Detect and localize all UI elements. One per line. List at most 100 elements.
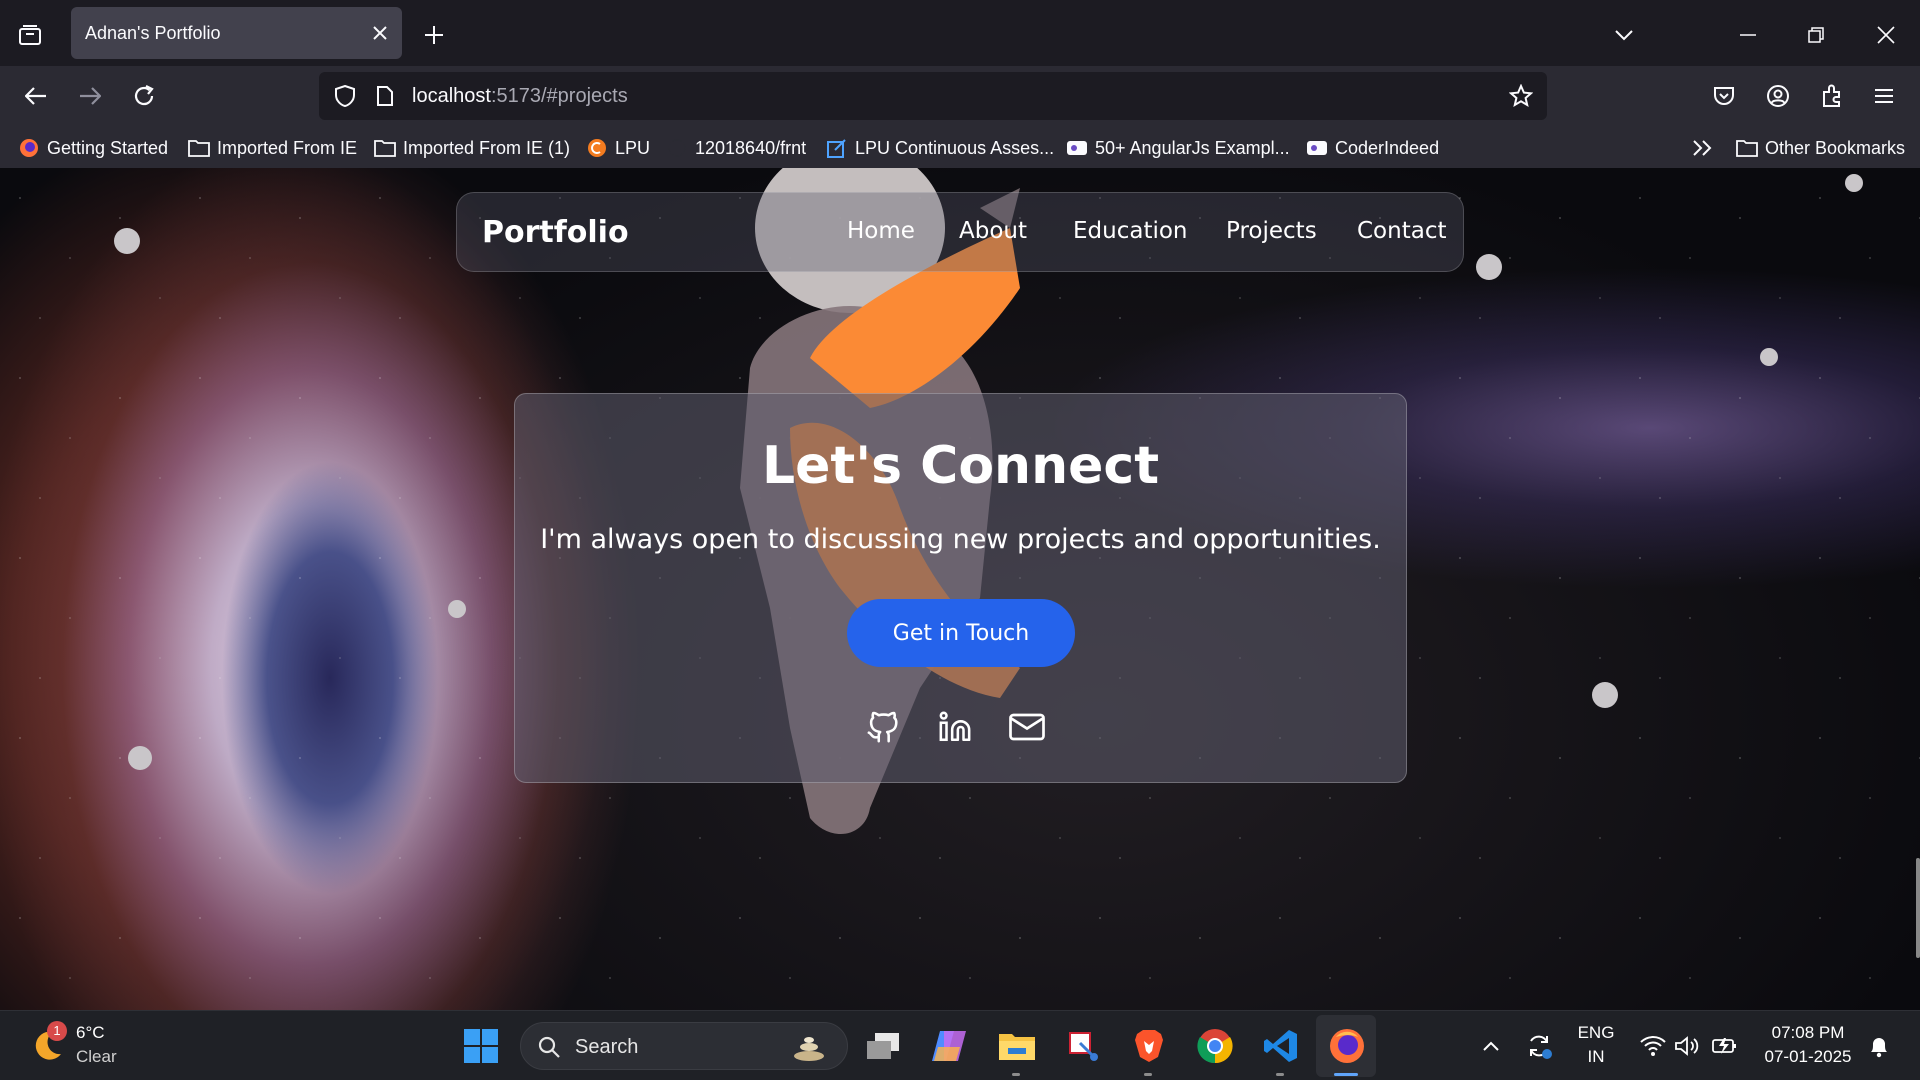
language-top[interactable]: ENG bbox=[1576, 1023, 1616, 1043]
other-bookmarks-label: Other Bookmarks bbox=[1765, 137, 1906, 158]
sync-icon[interactable] bbox=[1518, 1025, 1560, 1067]
nav-home[interactable]: Home bbox=[847, 218, 915, 244]
bookmark-angularjs[interactable]: 50+ AngularJs Exampl... bbox=[1066, 136, 1290, 160]
url-text[interactable]: localhost:5173/#projects bbox=[412, 85, 628, 108]
bookmark-imported-ie[interactable]: Imported From IE bbox=[188, 136, 357, 160]
clock-date[interactable]: 07-01-2025 bbox=[1758, 1047, 1858, 1067]
bookmark-label: 12018640/frnt bbox=[695, 137, 807, 158]
forward-icon[interactable] bbox=[74, 80, 106, 112]
taskbar-search[interactable]: Search bbox=[520, 1022, 848, 1070]
orb bbox=[128, 746, 152, 770]
running-indicator bbox=[1144, 1073, 1152, 1076]
account-icon[interactable] bbox=[1762, 80, 1794, 112]
task-view-icon[interactable] bbox=[862, 1025, 904, 1067]
url-host: localhost bbox=[412, 85, 491, 107]
running-indicator bbox=[1012, 1073, 1020, 1076]
star-icon[interactable] bbox=[1507, 82, 1535, 110]
weather-desc[interactable]: Clear bbox=[76, 1047, 117, 1067]
nav-contact[interactable]: Contact bbox=[1357, 218, 1446, 244]
chevron-up-icon[interactable] bbox=[1470, 1025, 1512, 1067]
pocket-icon[interactable] bbox=[1708, 80, 1740, 112]
other-bookmarks[interactable]: Other Bookmarks bbox=[1736, 136, 1905, 160]
orb bbox=[1845, 174, 1863, 192]
mail-icon[interactable] bbox=[1009, 709, 1045, 745]
bookmark-coderindeed[interactable]: CoderIndeed bbox=[1306, 136, 1439, 160]
language-bottom[interactable]: IN bbox=[1576, 1047, 1616, 1067]
minimize-icon[interactable] bbox=[1732, 19, 1764, 51]
reload-icon[interactable] bbox=[128, 80, 160, 112]
orb bbox=[1760, 348, 1778, 366]
snipping-tool-icon[interactable] bbox=[1062, 1025, 1104, 1067]
tab-strip: Adnan's Portfolio bbox=[0, 0, 1920, 66]
shield-icon[interactable] bbox=[331, 82, 359, 110]
chevrons-right-icon[interactable] bbox=[1688, 134, 1716, 162]
notification-bell-icon[interactable] bbox=[1858, 1025, 1900, 1067]
contact-card: Let's Connect I'm always open to discuss… bbox=[514, 393, 1407, 783]
page-viewport: Portfolio Home About Education Projects … bbox=[0, 168, 1920, 1010]
back-icon[interactable] bbox=[20, 80, 52, 112]
menu-icon[interactable] bbox=[1868, 80, 1900, 112]
running-indicator bbox=[1276, 1073, 1284, 1076]
nav-projects[interactable]: Projects bbox=[1226, 218, 1317, 244]
contact-subheading: I'm always open to discussing new projec… bbox=[540, 524, 1381, 555]
search-icon bbox=[537, 1035, 561, 1064]
copilot-icon[interactable] bbox=[928, 1025, 970, 1067]
folder-icon bbox=[1736, 137, 1758, 159]
page-scrollbar[interactable] bbox=[1916, 858, 1920, 958]
bookmarks-toolbar: Getting Started Imported From IE Importe… bbox=[0, 126, 1920, 168]
folder-icon bbox=[374, 137, 396, 159]
battery-charging-icon[interactable] bbox=[1704, 1025, 1746, 1067]
bookmark-label: 50+ AngularJs Exampl... bbox=[1095, 137, 1290, 158]
bookmark-lpu-ca[interactable]: LPU Continuous Asses... bbox=[826, 136, 1054, 160]
lpu-icon bbox=[586, 137, 608, 159]
clock-time[interactable]: 07:08 PM bbox=[1758, 1023, 1858, 1043]
brave-icon[interactable] bbox=[1128, 1025, 1170, 1067]
chrome-icon[interactable] bbox=[1194, 1025, 1236, 1067]
firefox-icon[interactable] bbox=[1326, 1025, 1368, 1067]
site-icon bbox=[1066, 137, 1088, 159]
bookmark-label: LPU bbox=[615, 137, 651, 158]
site-icon bbox=[1306, 137, 1328, 159]
orb bbox=[1592, 682, 1618, 708]
orb bbox=[1476, 254, 1502, 280]
bookmark-label: Imported From IE bbox=[217, 137, 358, 158]
bookmark-label: CoderIndeed bbox=[1335, 137, 1440, 158]
windows-start-icon[interactable] bbox=[460, 1025, 502, 1067]
url-path: :5173/#projects bbox=[490, 85, 628, 107]
tab-list-icon[interactable] bbox=[14, 19, 46, 51]
edit-icon bbox=[826, 137, 848, 159]
bookmark-label: Imported From IE (1) bbox=[403, 137, 571, 158]
linkedin-icon[interactable] bbox=[937, 709, 973, 745]
tab-active[interactable]: Adnan's Portfolio bbox=[71, 7, 402, 59]
contact-heading: Let's Connect bbox=[761, 436, 1160, 496]
url-bar[interactable]: localhost:5173/#projects bbox=[319, 72, 1547, 120]
bookmark-getting-started[interactable]: Getting Started bbox=[18, 136, 168, 160]
github-icon[interactable] bbox=[865, 709, 901, 745]
bookmark-lpu[interactable]: LPU bbox=[586, 136, 650, 160]
get-in-touch-button[interactable]: Get in Touch bbox=[847, 599, 1075, 667]
chevron-down-icon[interactable] bbox=[1608, 19, 1640, 51]
site-navbar: Portfolio Home About Education Projects … bbox=[456, 192, 1464, 272]
stones-icon bbox=[791, 1033, 827, 1066]
new-tab-icon[interactable] bbox=[418, 19, 450, 51]
navigation-toolbar: localhost:5173/#projects bbox=[0, 66, 1920, 126]
close-window-icon[interactable] bbox=[1870, 19, 1902, 51]
orb bbox=[114, 228, 140, 254]
bookmark-label: LPU Continuous Asses... bbox=[855, 137, 1055, 158]
site-brand[interactable]: Portfolio bbox=[482, 215, 629, 250]
bookmark-imported-ie-1[interactable]: Imported From IE (1) bbox=[374, 136, 570, 160]
folder-icon bbox=[188, 137, 210, 159]
close-icon[interactable] bbox=[368, 21, 392, 45]
page-icon bbox=[371, 82, 399, 110]
bookmark-label: Getting Started bbox=[47, 137, 169, 158]
nav-about[interactable]: About bbox=[959, 218, 1027, 244]
file-explorer-icon[interactable] bbox=[996, 1025, 1038, 1067]
vscode-icon[interactable] bbox=[1260, 1025, 1302, 1067]
weather-temp[interactable]: 6°C bbox=[76, 1023, 105, 1043]
bookmark-github-repo[interactable]: 12018640/frnt bbox=[666, 136, 806, 160]
github-icon bbox=[666, 137, 688, 159]
volume-icon[interactable] bbox=[1666, 1025, 1708, 1067]
extensions-icon[interactable] bbox=[1816, 80, 1848, 112]
nav-education[interactable]: Education bbox=[1073, 218, 1188, 244]
restore-icon[interactable] bbox=[1800, 19, 1832, 51]
